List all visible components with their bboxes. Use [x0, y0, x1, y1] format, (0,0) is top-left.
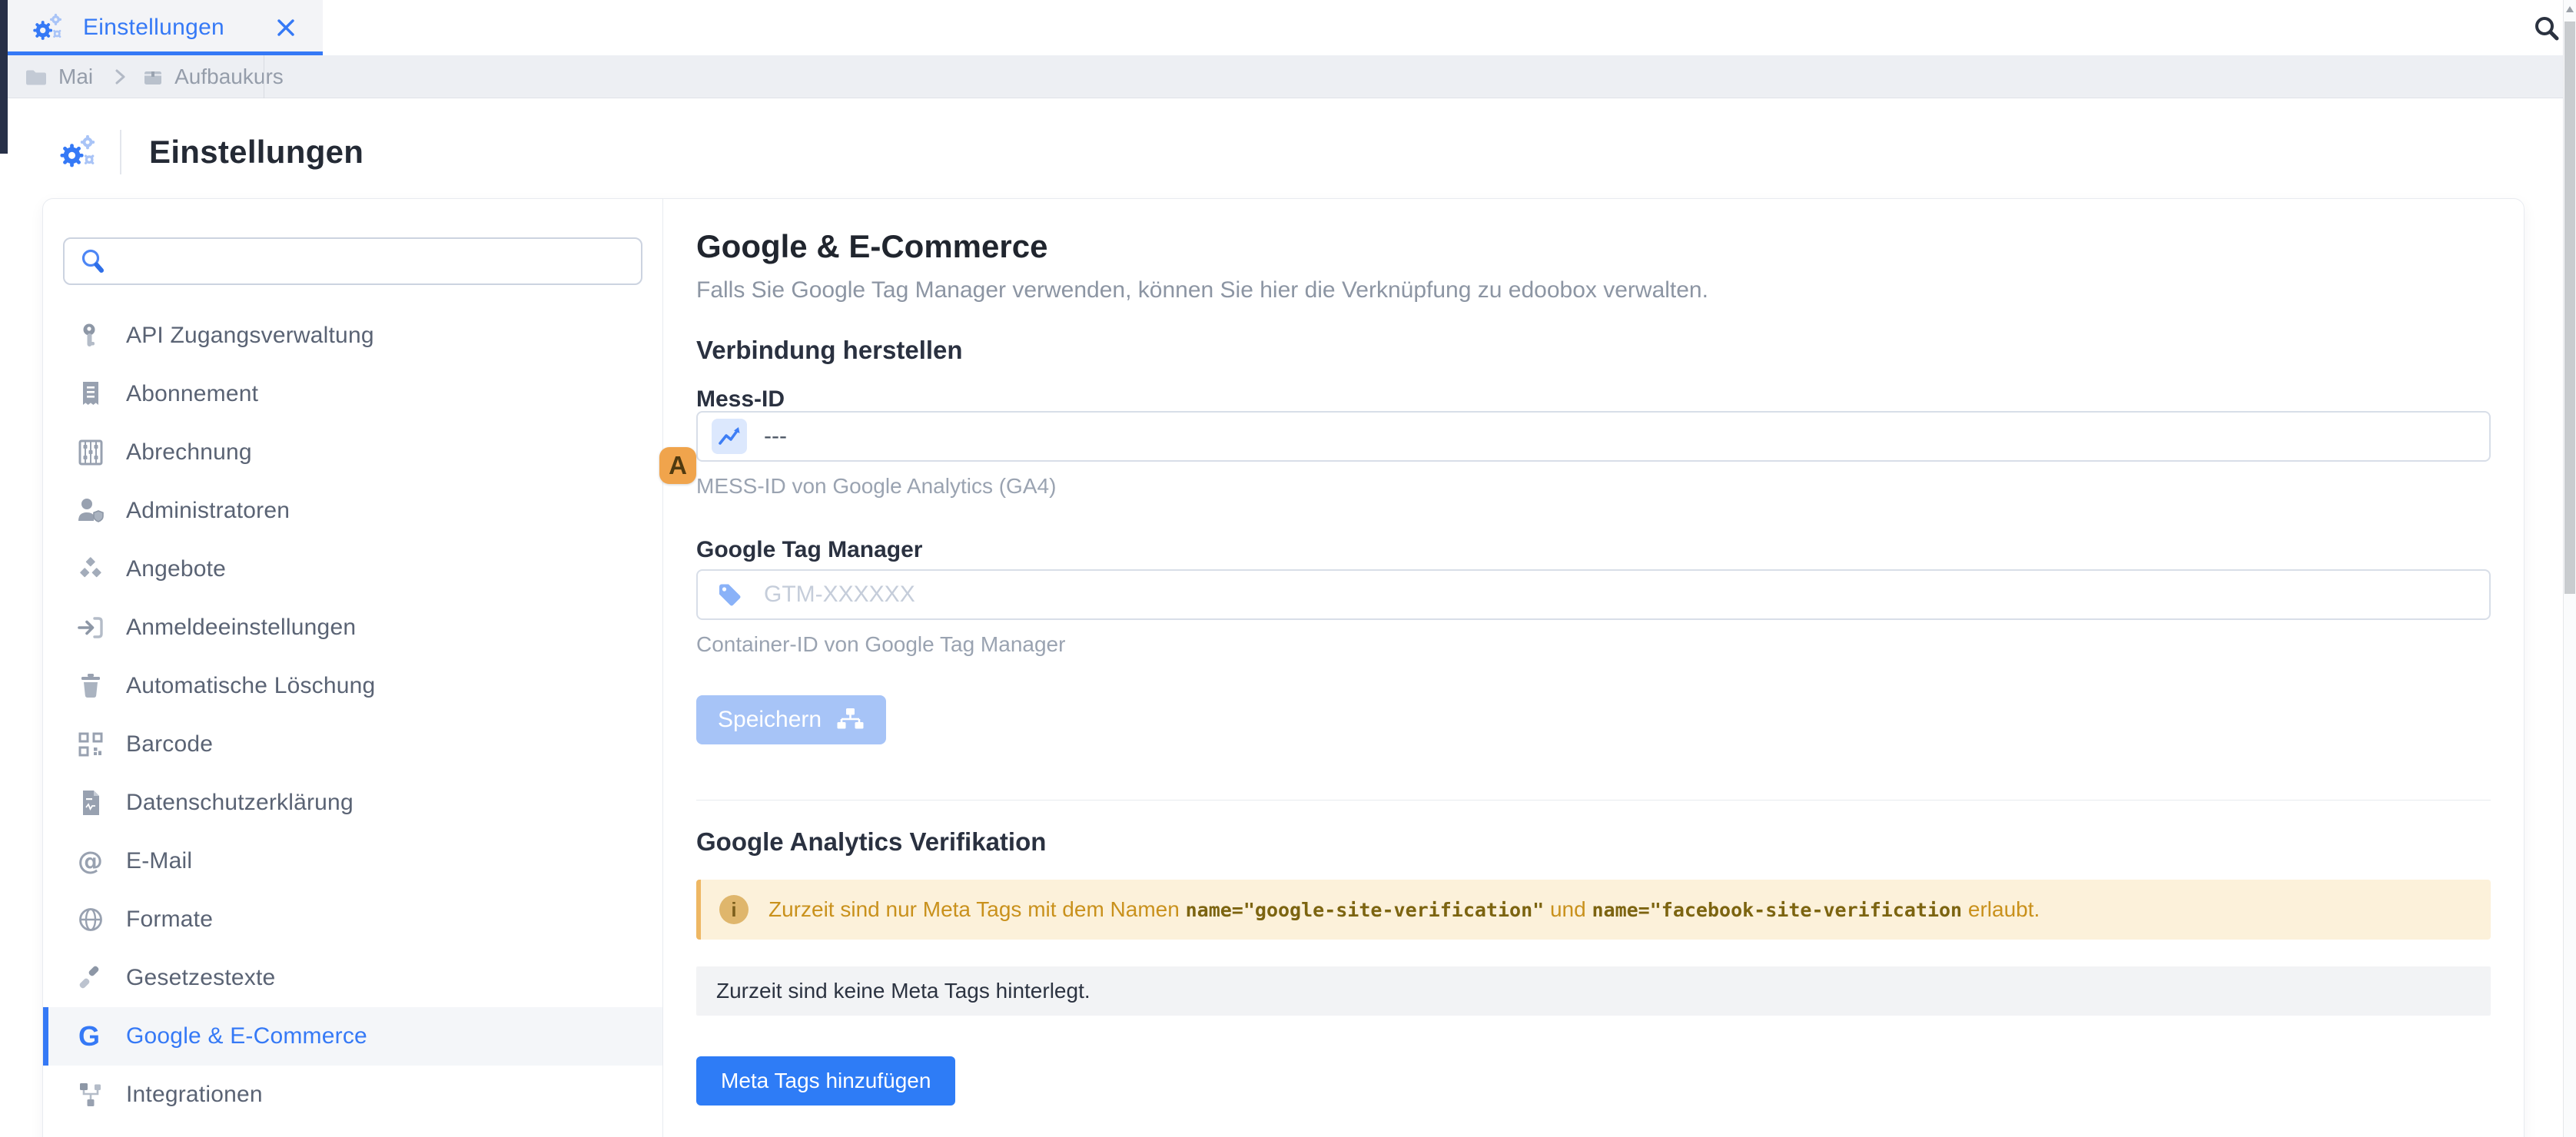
tab-active-underline	[0, 51, 323, 55]
sidebar-item-abonnement[interactable]: Abonnement	[43, 365, 662, 423]
sidebar-item-barcode[interactable]: Barcode	[43, 715, 662, 774]
document-icon	[75, 789, 106, 817]
mess-id-input[interactable]	[764, 423, 2147, 449]
main-content: Google & E-Commerce Falls Sie Google Tag…	[696, 199, 2491, 1137]
gtm-label: Google Tag Manager	[696, 537, 923, 562]
globe-icon	[75, 906, 106, 933]
tab-einstellungen[interactable]: Einstellungen	[0, 0, 323, 55]
sidebar-item-api-zugangsverwaltung[interactable]: API Zugangsverwaltung	[43, 307, 662, 365]
sitemap-icon	[835, 707, 865, 733]
svg-text:@: @	[78, 847, 103, 875]
gtm-field[interactable]	[696, 569, 2491, 620]
sidebar-item-anmeldeeinstellungen[interactable]: Anmeldeeinstellungen	[43, 598, 662, 657]
add-meta-tags-button[interactable]: Meta Tags hinzufügen	[696, 1056, 956, 1106]
breadcrumb: Mai Aufbaukurs	[0, 55, 2576, 98]
connection-section-title: Verbindung herstellen	[696, 336, 963, 364]
sidebar-search-input[interactable]	[118, 249, 610, 273]
gtm-input[interactable]	[764, 582, 2147, 608]
trash-icon	[75, 672, 106, 700]
qr-code-icon	[75, 731, 106, 757]
annotation-marker-a: A	[659, 447, 696, 484]
login-icon	[75, 614, 106, 641]
verification-section-title: Google Analytics Verifikation	[696, 827, 1047, 856]
key-icon	[75, 322, 106, 350]
abacus-icon	[75, 439, 106, 466]
sidebar-item-google-ecommerce[interactable]: G Google & E-Commerce	[43, 1007, 662, 1066]
sidebar-item-automatische-loeschung[interactable]: Automatische Löschung	[43, 657, 662, 715]
app-window: Einstellungen 1	[0, 0, 2576, 1137]
search-icon[interactable]	[2533, 15, 2561, 42]
sidebar-item-gesetzestexte[interactable]: Gesetzestexte	[43, 949, 662, 1007]
mess-id-field[interactable]	[696, 411, 2491, 462]
sidebar-item-datenschutzerklaerung[interactable]: Datenschutzerklärung	[43, 774, 662, 832]
section-subheading: Falls Sie Google Tag Manager verwenden, …	[696, 277, 1708, 303]
admin-user-icon	[75, 497, 106, 525]
search-icon	[80, 247, 106, 275]
scrollbar-up-arrow-icon[interactable]	[2566, 6, 2574, 12]
page-title: Einstellungen	[149, 134, 364, 170]
left-edge-strip	[0, 0, 8, 154]
package-icon	[142, 67, 164, 87]
integration-icon	[75, 1081, 106, 1109]
sidebar-item-formate[interactable]: Formate	[43, 890, 662, 949]
settings-gears-icon	[55, 131, 98, 174]
breadcrumb-folder-label[interactable]: Mai	[58, 65, 93, 89]
mess-id-hint: MESS-ID von Google Analytics (GA4)	[696, 474, 1057, 498]
mess-id-label: Mess-ID	[696, 386, 785, 412]
info-icon: i	[719, 895, 749, 924]
sidebar-item-integrationen[interactable]: Integrationen	[43, 1066, 662, 1124]
at-icon: @	[75, 847, 106, 875]
warning-banner: i Zurzeit sind nur Meta Tags mit dem Nam…	[696, 880, 2491, 940]
tab-title: Einstellungen	[83, 15, 225, 40]
settings-sidebar: API Zugangsverwaltung Abonnement Abrechn…	[43, 199, 663, 1137]
empty-meta-tags-notice: Zurzeit sind keine Meta Tags hinterlegt.	[696, 966, 2491, 1016]
scrollbar-thumb[interactable]	[2564, 22, 2575, 594]
code-facebook-site-verification: name="facebook-site-verification	[1592, 899, 1963, 921]
gtm-hint: Container-ID von Google Tag Manager	[696, 632, 1066, 656]
settings-card: API Zugangsverwaltung Abonnement Abrechn…	[42, 198, 2525, 1137]
svg-text:G: G	[78, 1022, 100, 1051]
tag-icon	[712, 580, 747, 609]
header-divider	[120, 130, 121, 174]
warning-text: Zurzeit sind nur Meta Tags mit dem Namen…	[768, 897, 2040, 921]
vertical-scrollbar[interactable]	[2563, 0, 2576, 1137]
settings-gears-icon	[29, 10, 65, 45]
sidebar-item-administratoren[interactable]: Administratoren	[43, 482, 662, 540]
breadcrumb-item-label[interactable]: Aufbaukurs	[174, 65, 284, 89]
sidebar-search[interactable]	[63, 237, 642, 285]
law-icon	[75, 964, 106, 992]
sidebar-item-angebote[interactable]: Angebote	[43, 540, 662, 598]
folder-icon	[25, 67, 48, 87]
sidebar-menu: API Zugangsverwaltung Abonnement Abrechn…	[43, 307, 662, 1124]
google-icon: G	[75, 1022, 106, 1051]
page-header: Einstellungen	[55, 123, 363, 181]
analytics-chart-icon	[712, 419, 747, 454]
tab-close-icon[interactable]	[275, 17, 297, 38]
chevron-right-icon	[113, 68, 128, 86]
sidebar-item-abrechnung[interactable]: Abrechnung	[43, 423, 662, 482]
cubes-icon	[75, 555, 106, 583]
code-google-site-verification: name="google-site-verification"	[1185, 899, 1545, 921]
receipt-icon	[75, 380, 106, 408]
section-divider	[696, 800, 2491, 801]
sidebar-item-email[interactable]: @ E-Mail	[43, 832, 662, 890]
tab-bar: Einstellungen 1	[0, 0, 2576, 55]
section-heading: Google & E-Commerce	[696, 228, 1048, 264]
save-button[interactable]: Speichern	[696, 695, 887, 744]
save-button-label: Speichern	[718, 707, 822, 732]
